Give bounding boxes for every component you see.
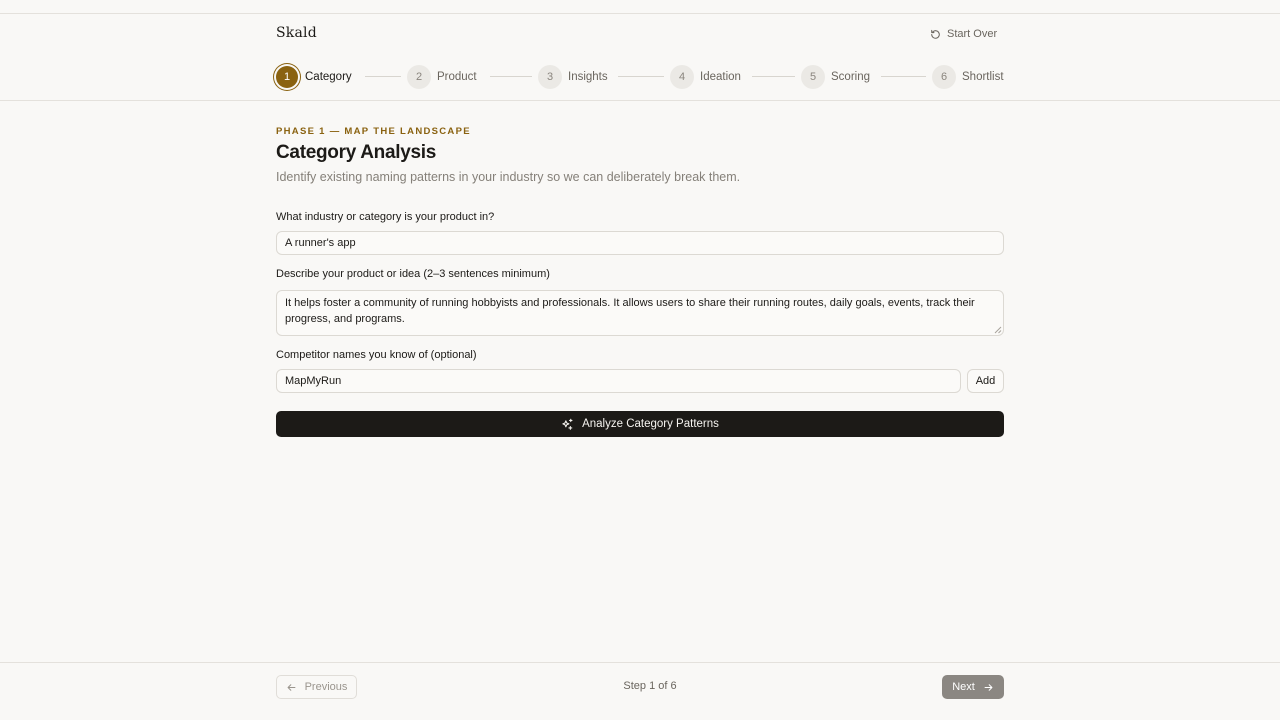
step-category[interactable]: 1 Category <box>275 64 352 90</box>
step-label: Insights <box>568 71 608 83</box>
step-number: 2 <box>407 65 431 89</box>
step-label: Shortlist <box>962 71 1004 83</box>
step-number: 4 <box>670 65 694 89</box>
analyze-button[interactable]: Analyze Category Patterns <box>276 411 1004 437</box>
arrow-left-icon <box>287 683 296 691</box>
page-title: Category Analysis <box>276 142 436 163</box>
competitors-label: Competitor names you know of (optional) <box>276 349 477 361</box>
step-shortlist[interactable]: 6 Shortlist <box>932 64 1004 90</box>
step-connector <box>490 76 532 77</box>
step-counter: Step 1 of 6 <box>623 680 677 692</box>
previous-button[interactable]: Previous <box>276 675 357 699</box>
page-subtitle: Identify existing naming patterns in you… <box>276 170 741 184</box>
start-over-label: Start Over <box>947 28 998 40</box>
step-scoring[interactable]: 5 Scoring <box>801 64 870 90</box>
step-insights[interactable]: 3 Insights <box>538 64 608 90</box>
phase-label: PHASE 1 — MAP THE LANDSCAPE <box>276 126 471 137</box>
previous-label: Previous <box>304 681 348 693</box>
step-product[interactable]: 2 Product <box>407 64 477 90</box>
step-connector <box>881 76 926 77</box>
step-number: 6 <box>932 65 956 89</box>
description-textarea[interactable]: It helps foster a community of running h… <box>276 290 1004 336</box>
app-logo: Skald <box>276 25 317 41</box>
industry-label: What industry or category is your produc… <box>276 211 495 223</box>
step-ideation[interactable]: 4 Ideation <box>670 64 741 90</box>
step-label: Ideation <box>700 71 741 83</box>
step-label: Scoring <box>831 71 870 83</box>
arrow-right-icon <box>984 683 993 691</box>
next-label: Next <box>952 681 975 693</box>
step-number: 1 <box>276 66 298 88</box>
step-number: 5 <box>801 65 825 89</box>
resize-handle-icon[interactable] <box>994 326 1002 334</box>
add-competitor-button[interactable]: Add <box>967 369 1004 393</box>
progress-stepper: 1 Category 2 Product 3 Insights 4 Ideati… <box>275 64 1007 90</box>
header: Skald Start Over 1 Category 2 Product 3 … <box>0 14 1280 101</box>
step-connector <box>618 76 664 77</box>
description-label: Describe your product or idea (2–3 sente… <box>276 268 550 280</box>
step-label: Product <box>437 71 477 83</box>
competitor-input[interactable] <box>276 369 961 393</box>
industry-input[interactable] <box>276 231 1004 255</box>
footer-nav: Previous Step 1 of 6 Next <box>0 662 1280 720</box>
refresh-icon <box>931 29 940 39</box>
sparkles-icon <box>562 418 573 430</box>
step-connector <box>365 76 401 77</box>
start-over-button[interactable]: Start Over <box>930 26 997 42</box>
analyze-button-label: Analyze Category Patterns <box>582 418 719 430</box>
step-label: Category <box>305 71 352 83</box>
next-button[interactable]: Next <box>942 675 1004 699</box>
step-number: 3 <box>538 65 562 89</box>
step-connector <box>752 76 795 77</box>
